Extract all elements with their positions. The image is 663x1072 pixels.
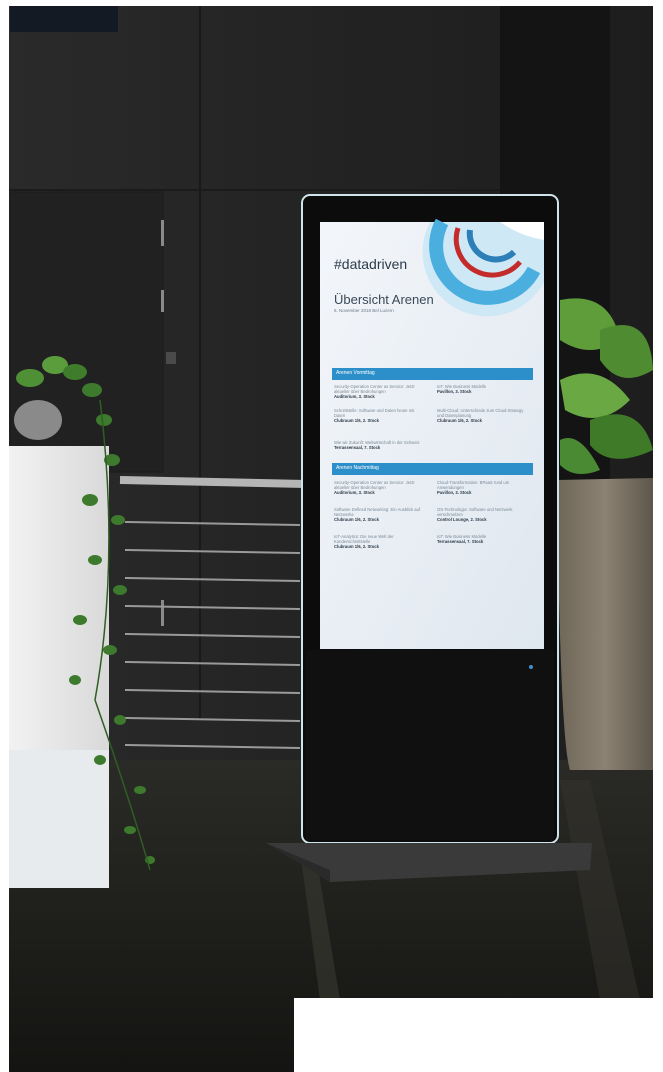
section-heading: Arenen Nachmittag [336, 465, 379, 471]
screen-hashtag: #datadriven [334, 256, 408, 272]
entry: Security-Operation Center as Service: Je… [334, 480, 415, 495]
door-hinge [161, 220, 164, 246]
reception-counter [9, 446, 109, 750]
entry: Wie wir Zukunft: Weltwirtschaft in der S… [334, 440, 420, 450]
entry: IoT-Analytics: Die neue Welt der Kundens… [334, 534, 394, 549]
entry: Software Defined Networking: Ein Ausblic… [334, 507, 421, 522]
image-border [294, 998, 663, 1072]
screen-title: Übersicht Arenen [334, 292, 434, 307]
entry: Security-Operation Center as Service: Je… [334, 384, 415, 399]
entry: Cloud-Transformation: BPaaS rund um Anwe… [437, 480, 510, 495]
door-lock [166, 352, 176, 364]
entry: OS-Technologie: Software und Netzwerk ve… [437, 507, 513, 522]
entry: Multi-Cloud: Unterschiede zum Cloud-Stra… [437, 408, 524, 423]
section-heading: Arenen Vormittag [336, 370, 375, 376]
entry: IoT: Wie Business Modelle Pavillon, 3. St… [437, 384, 487, 394]
plant-pot [557, 478, 653, 770]
reception-counter-base [9, 750, 109, 888]
image-border [653, 0, 663, 1000]
section-bar-afternoon: Arenen Nachmittag [332, 463, 533, 475]
image-border [0, 0, 663, 6]
entry: Schnittstelle: Software und Daten heute … [334, 408, 415, 423]
entry: IoT: Wie Business Modelle Terrassensaal, … [437, 534, 487, 544]
section-bar-morning: Arenen Vormittag [332, 368, 533, 380]
screen-subtitle: 5. November 2018 Bel Luzern [334, 308, 394, 313]
photo-scene [0, 0, 663, 1072]
door-hinge [161, 290, 164, 312]
wall-top-panel [10, 6, 118, 32]
image-border [0, 0, 9, 1072]
door-hinge [161, 600, 164, 626]
